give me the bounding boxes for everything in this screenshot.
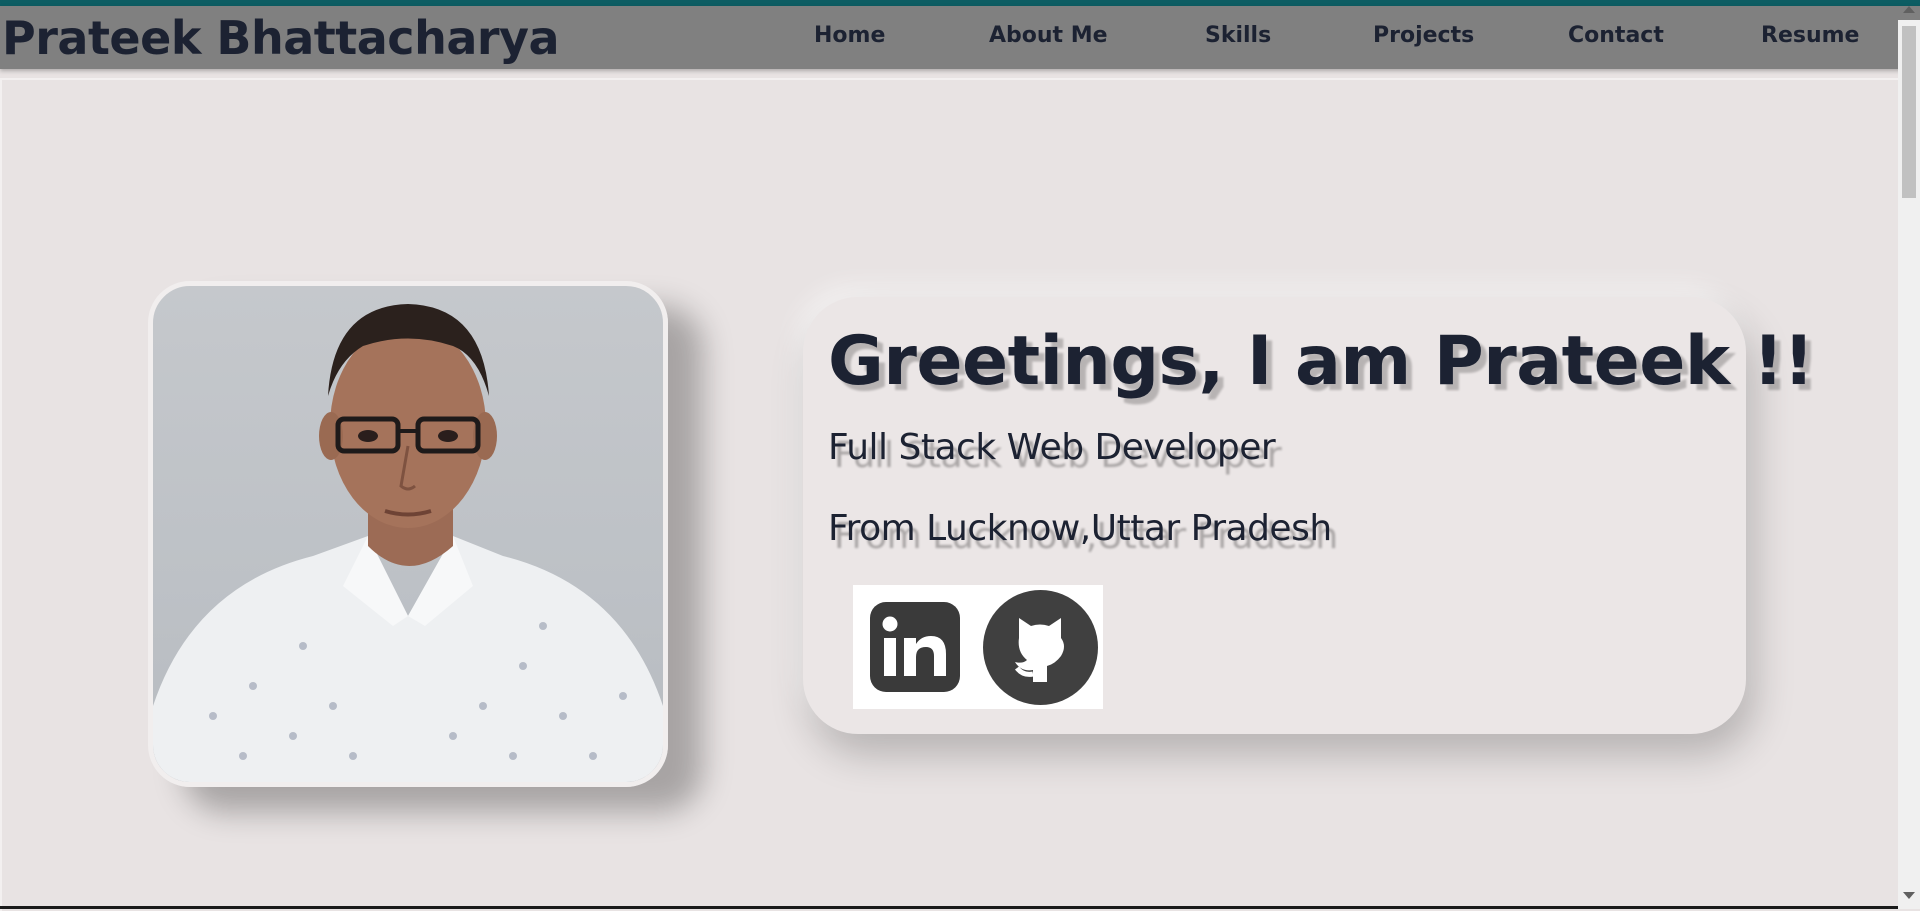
location-text: From Lucknow,Uttar Pradesh	[828, 508, 1332, 549]
social-links	[853, 585, 1103, 709]
profile-photo	[148, 281, 668, 787]
linkedin-icon[interactable]	[870, 602, 960, 692]
page-scrollbar[interactable]	[1898, 6, 1920, 909]
nav-link-contact[interactable]: Contact	[1568, 23, 1664, 48]
github-icon[interactable]	[983, 590, 1098, 705]
scroll-down-arrow[interactable]	[1903, 892, 1915, 899]
nav-link-projects[interactable]: Projects	[1373, 23, 1474, 48]
scroll-thumb[interactable]	[1902, 26, 1916, 198]
brand-name[interactable]: Prateek Bhattacharya	[2, 8, 560, 68]
nav-link-home[interactable]: Home	[814, 23, 885, 48]
greeting-heading: Greetings, I am Prateek !!	[828, 322, 1814, 401]
profile-photo-illustration	[153, 304, 663, 782]
intro-card: Greetings, I am Prateek !! Full Stack We…	[803, 297, 1814, 734]
nav-link-skills[interactable]: Skills	[1205, 23, 1271, 48]
nav-link-about[interactable]: About Me	[989, 23, 1108, 48]
scroll-up-arrow[interactable]	[1903, 6, 1915, 13]
nav-link-resume[interactable]: Resume	[1761, 23, 1859, 48]
role-text: Full Stack Web Developer	[828, 427, 1276, 468]
navbar: Prateek Bhattacharya Home About Me Skill…	[0, 6, 1920, 69]
